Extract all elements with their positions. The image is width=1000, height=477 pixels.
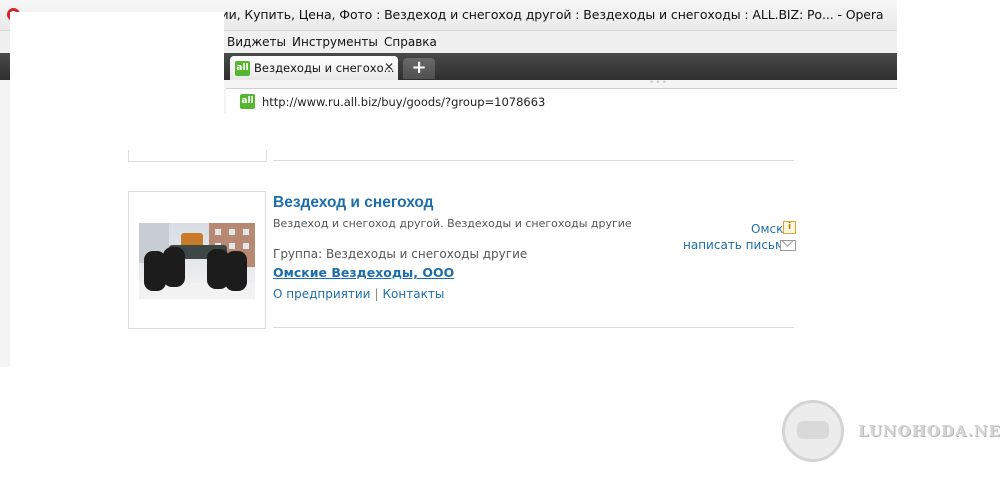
menu-tools[interactable]: Инструменты xyxy=(292,35,378,49)
window-pane xyxy=(243,229,249,235)
url-field[interactable]: http://www.ru.all.biz/buy/goods/?group=1… xyxy=(262,95,545,109)
watermark: LUNOHODA.NET xyxy=(782,400,1000,462)
vehicle-wheel xyxy=(225,251,247,291)
watermark-text: LUNOHODA.NET xyxy=(858,422,1000,440)
window-pane xyxy=(215,229,221,235)
info-icon[interactable]: i xyxy=(783,221,796,234)
previous-item-thumbnail xyxy=(128,150,267,162)
company-link[interactable]: Омские Вездеходы, ООО xyxy=(273,265,454,280)
divider xyxy=(273,327,794,328)
product-title-link[interactable]: Вездеход и снегоход xyxy=(273,194,434,212)
window-title: ссии, Купить, Цена, Фото : Вездеход и сн… xyxy=(207,7,884,22)
new-tab-button[interactable]: + xyxy=(403,58,435,79)
watermark-emblem-icon xyxy=(782,400,844,462)
tab-title: Вездеходы и снегохо... xyxy=(254,61,395,75)
contacts-link[interactable]: Контакты xyxy=(383,287,445,301)
menu-help[interactable]: Справка xyxy=(384,35,437,49)
window-pane xyxy=(229,243,235,249)
about-company-link[interactable]: О предприятии xyxy=(273,287,370,301)
company-links: О предприятии | Контакты xyxy=(273,287,444,301)
allbiz-favicon-icon: all xyxy=(240,94,255,109)
envelope-icon[interactable] xyxy=(780,240,796,251)
product-description: Вездеход и снегоход другой. Вездеходы и … xyxy=(273,217,632,230)
resize-grip-icon[interactable]: ••• xyxy=(649,78,668,88)
divider xyxy=(273,160,794,161)
close-tab-icon[interactable]: ✕ xyxy=(384,60,394,74)
allbiz-favicon-icon: all xyxy=(235,61,250,76)
link-separator: | xyxy=(374,287,379,301)
product-photo xyxy=(139,223,255,299)
window-pane xyxy=(229,229,235,235)
write-message-link[interactable]: написать письмо xyxy=(683,238,791,252)
vehicle-wheel xyxy=(163,247,185,287)
window-pane xyxy=(243,243,249,249)
tab-active[interactable]: all Вездеходы и снегохо... ✕ xyxy=(230,56,398,80)
city-link[interactable]: Омск xyxy=(751,222,783,236)
product-group: Группа: Вездеходы и снегоходы другие xyxy=(273,247,528,261)
address-bar: all http://www.ru.all.biz/buy/goods/?gro… xyxy=(226,88,897,115)
product-thumbnail[interactable] xyxy=(128,191,266,329)
menu-widgets[interactable]: Виджеты xyxy=(227,35,286,49)
